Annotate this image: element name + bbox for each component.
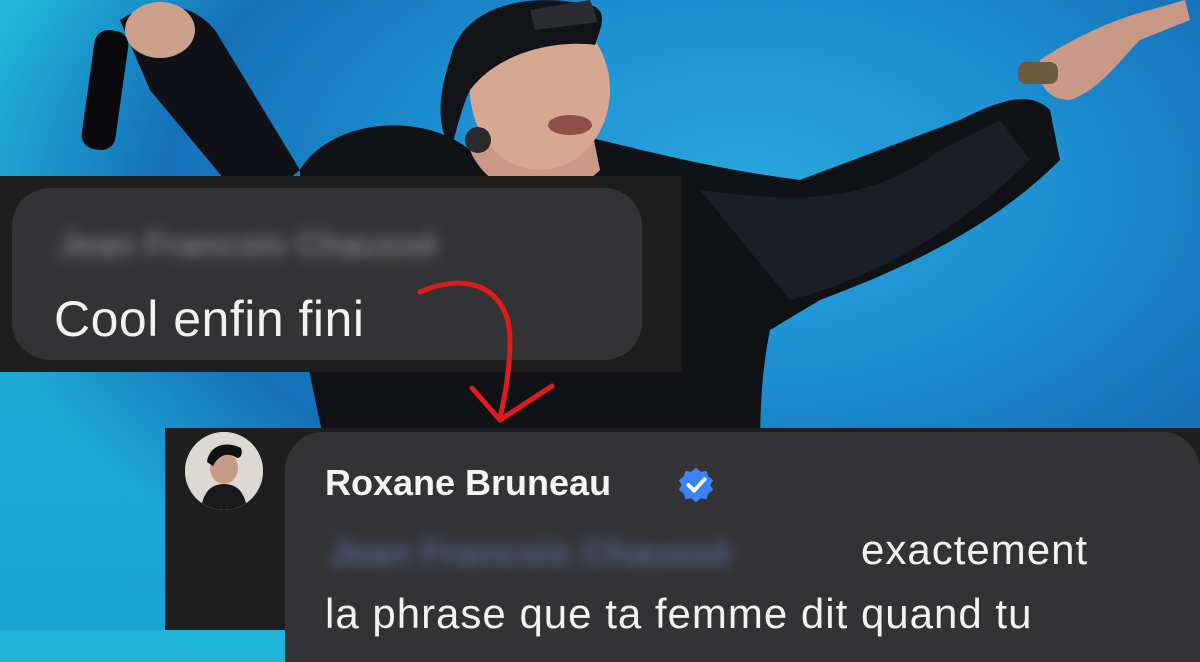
avatar-image [185,432,263,510]
curved-arrow-icon [417,280,555,423]
reply-text-line1: exactement [861,526,1089,573]
comment-text: Cool enfin fini [54,291,365,347]
reply-mention-blurred[interactable]: Jean Francois Chaussé [329,532,731,574]
verified-badge-icon [678,467,714,503]
comment-author-blurred: Jean Francois Chaussé [58,226,438,264]
reply-card: Roxane Bruneau Jean Francois Chaussé exa… [165,428,1200,662]
avatar[interactable] [185,432,263,510]
reply-text-line2: la phrase que ta femme dit quand tu [325,590,1033,637]
reply-bubble: Roxane Bruneau Jean Francois Chaussé exa… [285,432,1200,662]
reply-author-name[interactable]: Roxane Bruneau [325,462,611,504]
